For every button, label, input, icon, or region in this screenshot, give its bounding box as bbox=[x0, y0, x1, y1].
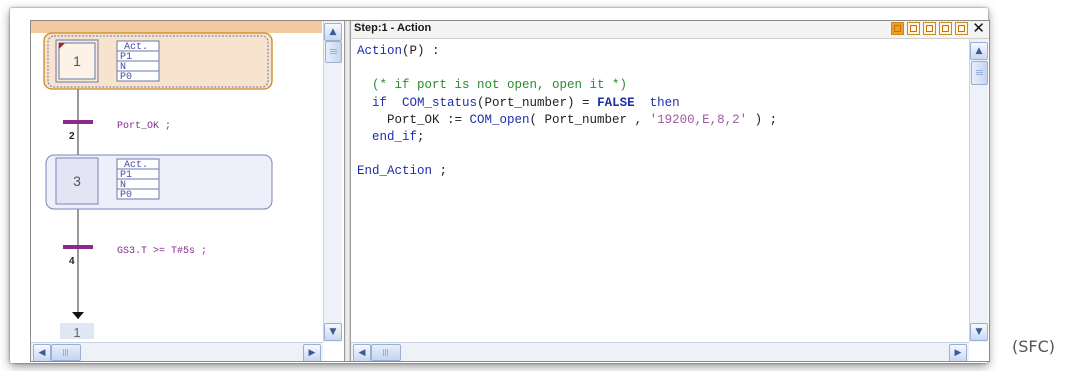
code-token: ; bbox=[432, 164, 448, 179]
step-number: 1 bbox=[73, 53, 81, 69]
editor-vertical-scrollbar[interactable]: ▲ ▼ bbox=[969, 39, 988, 342]
dock-icon[interactable] bbox=[891, 22, 905, 35]
code-token: ) ; bbox=[747, 112, 778, 127]
editor-titlebar: Step:1 - Action ✕ bbox=[351, 21, 989, 39]
code-line[interactable]: end_if; bbox=[357, 129, 777, 146]
step-1[interactable]: 1 Act. P1 N P0 bbox=[43, 32, 273, 90]
code-line[interactable]: (* if port is not open, open it *) bbox=[357, 77, 777, 94]
code-token: FALSE bbox=[597, 95, 635, 110]
code-token: COM_status bbox=[402, 95, 478, 110]
jump-target[interactable]: 1 bbox=[60, 323, 94, 340]
transition-number: 2 bbox=[69, 131, 75, 142]
jump-step-number: 1 bbox=[73, 325, 80, 340]
chevron-right-icon[interactable]: ▶ bbox=[303, 344, 321, 361]
chevron-left-icon[interactable]: ◀ bbox=[353, 344, 371, 361]
code-token: then bbox=[634, 95, 680, 110]
code-text[interactable]: Action(P) : (* if port is not open, open… bbox=[357, 43, 777, 181]
scroll-thumb[interactable] bbox=[325, 41, 342, 63]
jump-arrow-icon bbox=[72, 312, 84, 319]
sfc-horizontal-scrollbar[interactable]: ◀ ▶ bbox=[31, 342, 323, 361]
split-view-icon[interactable] bbox=[907, 22, 921, 35]
editor-horizontal-scrollbar[interactable]: ◀ ▶ bbox=[351, 342, 969, 361]
chevron-left-icon[interactable]: ◀ bbox=[33, 344, 51, 361]
transition-number: 4 bbox=[69, 256, 75, 267]
code-line[interactable]: Action(P) : bbox=[357, 43, 777, 60]
sfc-caption: (SFC) bbox=[1012, 337, 1056, 356]
code-token: Action bbox=[357, 44, 403, 58]
code-token: end_if bbox=[357, 130, 418, 145]
window-bottom-icon[interactable] bbox=[939, 22, 953, 35]
action-qualifier: P0 bbox=[120, 190, 132, 201]
code-line[interactable]: if COM_status(Port_number) = FALSE then bbox=[357, 95, 777, 112]
chevron-up-icon[interactable]: ▲ bbox=[324, 23, 342, 41]
scroll-thumb[interactable] bbox=[971, 61, 988, 85]
code-token: ( Port_number , bbox=[529, 112, 650, 127]
sfc-canvas[interactable]: 1 Act. P1 N P0 2 Port_OK ; 3 Act. P1 N P… bbox=[31, 21, 322, 341]
chevron-down-icon[interactable]: ▼ bbox=[970, 323, 988, 341]
code-line[interactable] bbox=[357, 60, 777, 77]
code-line[interactable]: Port_OK := COM_open( Port_number , '1920… bbox=[357, 112, 777, 129]
code-token: End_Action bbox=[357, 164, 433, 179]
editor-title: Step:1 - Action bbox=[354, 22, 432, 34]
code-token: if bbox=[357, 95, 403, 110]
pane-splitter[interactable] bbox=[344, 21, 351, 361]
code-token: (Port_number) = bbox=[477, 95, 598, 110]
sfc-diagram-pane: 1 Act. P1 N P0 2 Port_OK ; 3 Act. P1 N P… bbox=[31, 21, 344, 361]
code-token: ; bbox=[417, 130, 425, 145]
chevron-up-icon[interactable]: ▲ bbox=[970, 42, 988, 60]
step-3[interactable]: 3 Act. P1 N P0 bbox=[45, 154, 273, 210]
maximize-icon[interactable] bbox=[955, 22, 969, 35]
window-top-icon[interactable] bbox=[923, 22, 937, 35]
code-token: (P) : bbox=[402, 44, 440, 58]
sfc-editor-window: 1 Act. P1 N P0 2 Port_OK ; 3 Act. P1 N P… bbox=[30, 20, 990, 362]
transition-condition: GS3.T >= T#5s ; bbox=[117, 246, 207, 257]
scroll-thumb[interactable] bbox=[51, 344, 81, 361]
chevron-down-icon[interactable]: ▼ bbox=[324, 323, 342, 341]
chevron-right-icon[interactable]: ▶ bbox=[949, 344, 967, 361]
code-token: (* if port is not open, open it *) bbox=[357, 78, 628, 93]
code-editor[interactable]: Action(P) : (* if port is not open, open… bbox=[351, 39, 969, 343]
action-editor-pane: Step:1 - Action ✕ Action(P) : (* if port… bbox=[351, 21, 989, 361]
titlebar-buttons: ✕ bbox=[891, 21, 985, 36]
code-line[interactable] bbox=[357, 146, 777, 163]
step-number: 3 bbox=[73, 173, 81, 189]
transition-4[interactable]: 4 GS3.T >= T#5s ; bbox=[63, 245, 207, 267]
sfc-vertical-scrollbar[interactable]: ▲ ▼ bbox=[323, 21, 342, 342]
close-icon[interactable]: ✕ bbox=[972, 21, 985, 36]
code-token: COM_open bbox=[469, 112, 530, 127]
action-qualifier: P0 bbox=[120, 72, 132, 83]
scroll-thumb[interactable] bbox=[371, 344, 401, 361]
code-line[interactable]: End_Action ; bbox=[357, 163, 777, 180]
code-token: '19200,E,8,2' bbox=[649, 112, 748, 127]
transition-2[interactable]: 2 Port_OK ; bbox=[63, 120, 171, 142]
code-token: Port_OK := bbox=[357, 112, 470, 127]
transition-condition: Port_OK ; bbox=[117, 121, 171, 132]
